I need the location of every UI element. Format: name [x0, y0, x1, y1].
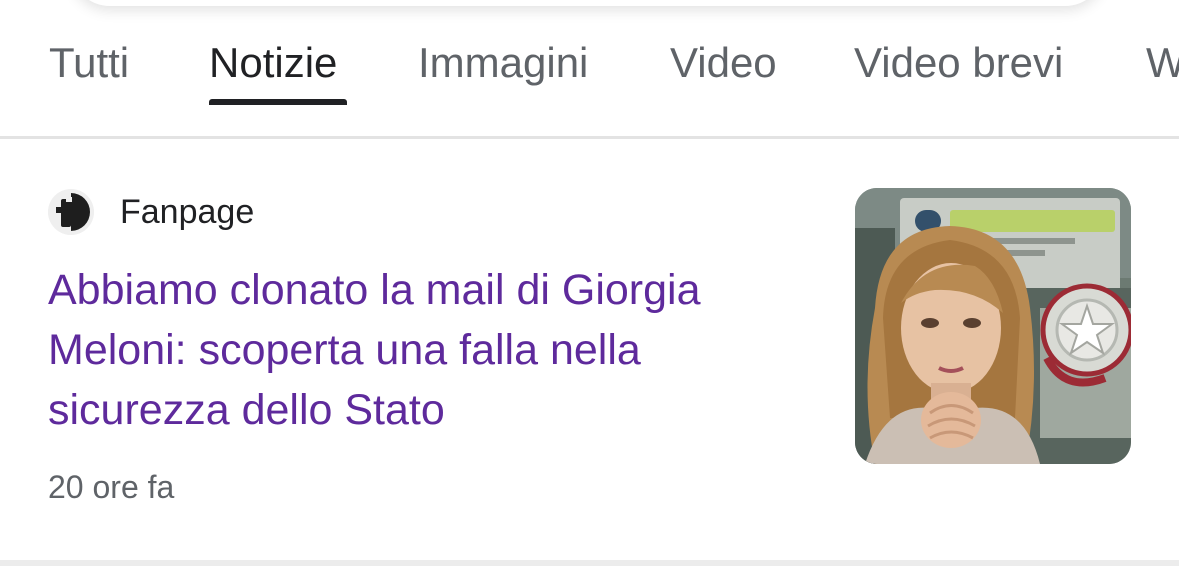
- tab-video-brevi[interactable]: Video brevi: [854, 38, 1063, 88]
- search-tabs-bar: Tutti Notizie Immagini Video Video brevi…: [0, 0, 1179, 139]
- news-thumbnail-image[interactable]: [855, 188, 1131, 464]
- fanpage-logo-icon: [48, 189, 94, 235]
- news-results-page: Tutti Notizie Immagini Video Video brevi…: [0, 0, 1179, 566]
- tab-immagini[interactable]: Immagini: [418, 38, 588, 88]
- article-headline-link[interactable]: Abbiamo clonato la mail di Giorgia Melon…: [48, 260, 818, 440]
- tab-overflow-cut[interactable]: W: [1146, 38, 1179, 88]
- tab-video[interactable]: Video: [670, 38, 777, 88]
- tab-notizie[interactable]: Notizie: [209, 38, 337, 88]
- tab-tutti[interactable]: Tutti: [49, 38, 129, 88]
- source-row: Fanpage: [48, 189, 254, 235]
- results-divider: [0, 560, 1179, 566]
- article-timestamp: 20 ore fa: [48, 469, 175, 505]
- source-name: Fanpage: [120, 193, 255, 231]
- news-result-card[interactable]: Fanpage Abbiamo clonato la mail di Giorg…: [0, 139, 1179, 560]
- active-tab-indicator: [209, 99, 347, 105]
